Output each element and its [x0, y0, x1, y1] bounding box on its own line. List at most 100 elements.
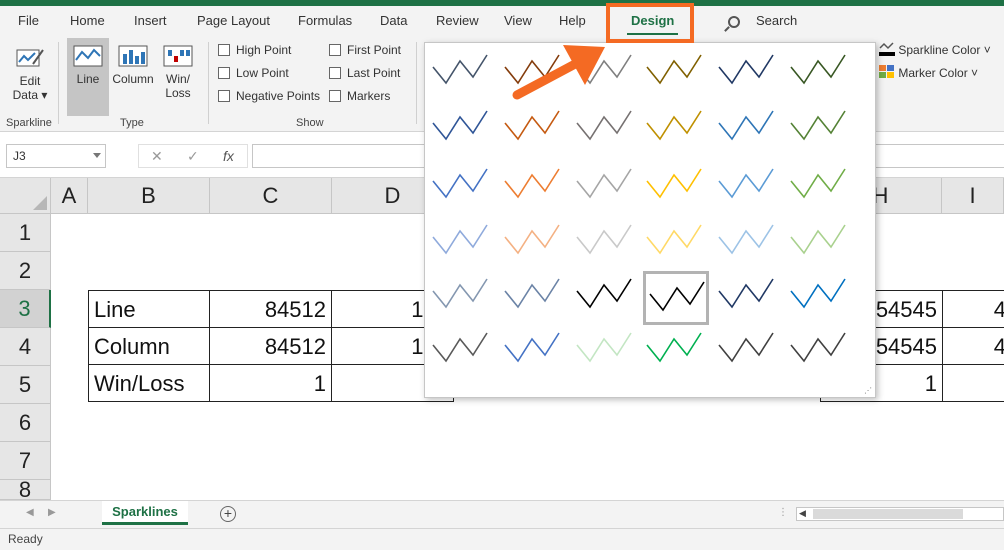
sparkline-style-swatch[interactable] — [501, 161, 567, 215]
win-loss-type-button[interactable]: Win/ Loss — [158, 44, 198, 100]
scroll-left-icon[interactable]: ◀ — [26, 507, 34, 518]
scroll-right-icon[interactable]: ▶ — [48, 507, 56, 518]
sparkline-style-swatch[interactable] — [787, 325, 853, 379]
row-header-6[interactable]: 6 — [0, 404, 51, 442]
sparkline-style-swatch[interactable] — [715, 271, 781, 325]
sparkline-style-swatch[interactable] — [787, 103, 853, 157]
markers-checkbox[interactable]: Markers — [329, 89, 390, 103]
search-label[interactable]: Search — [756, 13, 797, 28]
more-options-icon[interactable]: ⋮ — [778, 507, 788, 518]
sparkline-style-swatch[interactable] — [573, 103, 639, 157]
tab-insert[interactable]: Insert — [134, 13, 167, 28]
sparkline-style-swatch[interactable] — [715, 161, 781, 215]
tab-formulas[interactable]: Formulas — [298, 13, 352, 28]
sparkline-style-swatch[interactable] — [787, 271, 853, 325]
tab-data[interactable]: Data — [380, 13, 407, 28]
sparkline-style-swatch[interactable] — [573, 325, 639, 379]
select-all-button[interactable] — [0, 178, 51, 214]
sparkline-style-swatch[interactable] — [715, 325, 781, 379]
row-header-7[interactable]: 7 — [0, 442, 51, 480]
sparkline-color-button[interactable]: Sparkline Color ˅ — [879, 42, 991, 57]
enter-icon[interactable]: ✓ — [187, 148, 199, 165]
scroll-left-arrow-icon[interactable]: ◀ — [799, 508, 806, 519]
first-point-checkbox[interactable]: First Point — [329, 43, 401, 57]
sparkline-style-swatch[interactable] — [573, 271, 639, 325]
column-header-b[interactable]: B — [88, 178, 210, 214]
marker-color-button[interactable]: Marker Color ˅ — [879, 65, 978, 80]
sparkline-preview-icon — [432, 54, 488, 85]
sparkline-style-swatch[interactable] — [573, 217, 639, 271]
sparkline-style-swatch[interactable] — [643, 271, 709, 325]
sparkline-style-swatch[interactable] — [787, 161, 853, 215]
cell-c3[interactable]: 84512 — [209, 290, 332, 328]
horizontal-scrollbar[interactable]: ◀ — [796, 507, 1004, 521]
sparkline-style-swatch[interactable] — [643, 325, 709, 379]
sparkline-style-swatch[interactable] — [429, 103, 495, 157]
sparkline-style-swatch[interactable] — [429, 325, 495, 379]
insert-function-icon[interactable]: fx — [223, 148, 234, 164]
cell-c5[interactable]: 1 — [209, 364, 332, 402]
checkbox-box[interactable] — [329, 90, 341, 102]
cell-b3[interactable]: Line — [88, 290, 210, 328]
column-header-c[interactable]: C — [210, 178, 332, 214]
checkbox-box[interactable] — [329, 67, 341, 79]
sparkline-style-swatch[interactable] — [501, 103, 567, 157]
cell-i5[interactable] — [942, 364, 1004, 402]
column-header-a[interactable]: A — [51, 178, 88, 214]
checkbox-box[interactable] — [329, 44, 341, 56]
cell-b5[interactable]: Win/Loss — [88, 364, 210, 402]
row-header-2[interactable]: 2 — [0, 252, 51, 290]
row-header-5[interactable]: 5 — [0, 366, 51, 404]
checkbox-box[interactable] — [218, 44, 230, 56]
sparkline-style-swatch[interactable] — [643, 161, 709, 215]
chevron-down-icon[interactable] — [93, 153, 101, 158]
sparkline-style-swatch[interactable] — [429, 161, 495, 215]
checkbox-box[interactable] — [218, 67, 230, 79]
sparkline-style-swatch[interactable] — [429, 271, 495, 325]
cell-c4[interactable]: 84512 — [209, 327, 332, 365]
sparkline-style-swatch[interactable] — [501, 217, 567, 271]
negative-points-checkbox[interactable]: Negative Points — [218, 89, 320, 103]
tab-page-layout[interactable]: Page Layout — [197, 13, 270, 28]
sparkline-style-swatch[interactable] — [429, 217, 495, 271]
checkbox-box[interactable] — [218, 90, 230, 102]
search-icon[interactable] — [728, 16, 740, 28]
row-header-4[interactable]: 4 — [0, 328, 51, 366]
sparkline-style-swatch[interactable] — [573, 161, 639, 215]
line-type-button[interactable]: Line — [67, 44, 109, 86]
tab-review[interactable]: Review — [436, 13, 479, 28]
sparkline-style-swatch[interactable] — [787, 217, 853, 271]
tab-file[interactable]: File — [18, 13, 39, 28]
tab-view[interactable]: View — [504, 13, 532, 28]
cell-b4[interactable]: Column — [88, 327, 210, 365]
last-point-checkbox[interactable]: Last Point — [329, 66, 400, 80]
sparkline-style-swatch[interactable] — [715, 103, 781, 157]
name-box[interactable]: J3 — [6, 144, 106, 168]
tab-home[interactable]: Home — [70, 13, 105, 28]
sparkline-style-swatch[interactable] — [429, 47, 495, 101]
sparkline-style-swatch[interactable] — [643, 47, 709, 101]
low-point-checkbox[interactable]: Low Point — [218, 66, 289, 80]
column-type-button[interactable]: Column — [110, 44, 156, 86]
resize-grip-icon[interactable]: ⋰ — [864, 386, 872, 395]
column-header-i[interactable]: I — [942, 178, 1004, 214]
sparkline-style-swatch[interactable] — [715, 217, 781, 271]
tab-help[interactable]: Help — [559, 13, 586, 28]
high-point-checkbox[interactable]: High Point — [218, 43, 291, 57]
row-header-8[interactable]: 8 — [0, 480, 51, 500]
sparkline-style-swatch[interactable] — [501, 325, 567, 379]
sparkline-style-swatch[interactable] — [643, 103, 709, 157]
sparkline-style-swatch[interactable] — [501, 271, 567, 325]
cancel-icon[interactable]: ✕ — [151, 148, 163, 165]
sparkline-style-swatch[interactable] — [787, 47, 853, 101]
cell-i4[interactable]: 4 — [942, 327, 1004, 365]
edit-data-button[interactable]: Edit Data ▾ — [8, 44, 52, 102]
sparkline-style-swatch[interactable] — [715, 47, 781, 101]
add-sheet-icon[interactable]: + — [220, 506, 236, 522]
row-header-3[interactable]: 3 — [0, 290, 51, 328]
cell-i3[interactable]: 4 — [942, 290, 1004, 328]
sheet-tab-sparklines[interactable]: Sparklines — [102, 501, 188, 525]
row-header-1[interactable]: 1 — [0, 214, 51, 252]
sparkline-style-swatch[interactable] — [643, 217, 709, 271]
scrollbar-thumb[interactable] — [813, 509, 963, 519]
